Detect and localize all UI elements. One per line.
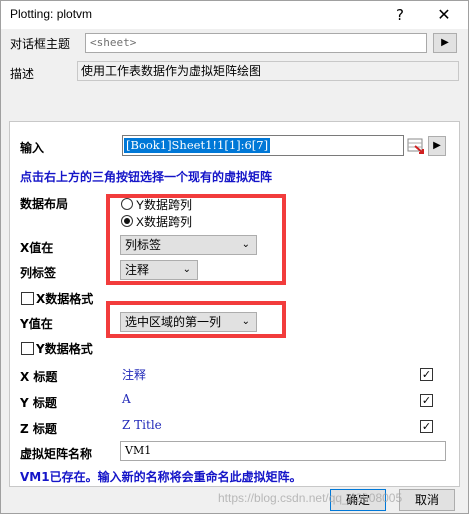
dialog-window: Plotting: plotvm ? ✕ 对话框主题 <sheet> ▶ 描述 … [0, 0, 469, 514]
settings-panel: 输入 [Book1]Sheet1!1[1]:6[7] ▶ 点击右上方的三角按钮选… [9, 121, 460, 487]
x-value-label: X值在 [20, 241, 54, 255]
input-next-button[interactable]: ▶ [428, 136, 446, 156]
input-range-field[interactable]: [Book1]Sheet1!1[1]:6[7] [122, 135, 404, 156]
y-title-checkbox[interactable]: ✓ [420, 394, 433, 407]
y-format-checkbox[interactable] [21, 342, 34, 355]
y-value-selected: 选中区域的第一列 [125, 315, 222, 329]
y-title-label: Y 标题 [20, 396, 57, 410]
input-label: 输入 [20, 141, 45, 155]
col-label-label: 列标签 [20, 266, 57, 280]
col-label-selected: 注释 [125, 263, 150, 277]
z-title-value[interactable]: Z Title [122, 418, 162, 432]
watermark-text: https://blog.csdn.net/qq_42908005 [218, 491, 403, 505]
x-title-checkbox[interactable]: ✓ [420, 368, 433, 381]
theme-menu-button[interactable]: ▶ [433, 33, 457, 53]
range-selector-icon[interactable] [406, 136, 426, 156]
x-value-selected: 列标签 [125, 238, 162, 252]
help-button[interactable]: ? [378, 1, 422, 29]
chevron-down-icon: ⌄ [241, 316, 250, 327]
chevron-down-icon: ⌄ [182, 264, 191, 275]
dialog-client: 对话框主题 <sheet> ▶ 描述 使用工作表数据作为虚拟矩阵绘图 输入 [B… [1, 29, 468, 513]
x-format-checkbox[interactable] [21, 292, 34, 305]
y-format-label: Y数据格式 [36, 342, 93, 356]
input-range-value: [Book1]Sheet1!1[1]:6[7] [124, 138, 271, 153]
vm-name-label: 虚拟矩阵名称 [20, 447, 93, 461]
y-value-select[interactable]: 选中区域的第一列 ⌄ [120, 312, 257, 332]
radio-y-across-columns[interactable] [121, 198, 133, 210]
vm-name-input[interactable]: VM1 [120, 441, 446, 461]
radio-y-label: Y数据跨列 [136, 198, 193, 212]
y-value-label: Y值在 [20, 317, 53, 331]
close-icon[interactable]: ✕ [422, 1, 466, 29]
theme-label: 对话框主题 [10, 37, 71, 51]
theme-field[interactable]: <sheet> [85, 33, 427, 53]
hint-text: 点击右上方的三角按钮选择一个现有的虚拟矩阵 [20, 170, 273, 184]
desc-field: 使用工作表数据作为虚拟矩阵绘图 [77, 61, 459, 81]
z-title-label: Z 标题 [20, 422, 57, 436]
layout-label: 数据布局 [20, 197, 69, 211]
vm-notice: VM1已存在。输入新的名称将会重命名此虚拟矩阵。 [20, 470, 302, 484]
x-title-value[interactable]: 注释 [122, 366, 146, 383]
col-label-select[interactable]: 注释 ⌄ [120, 260, 198, 280]
cancel-button[interactable]: 取消 [399, 489, 455, 511]
radio-x-across-columns[interactable] [121, 215, 133, 227]
title-bar: Plotting: plotvm ? ✕ [1, 1, 468, 29]
radio-x-label: X数据跨列 [136, 215, 193, 229]
x-title-label: X 标题 [20, 370, 58, 384]
y-title-value[interactable]: A [122, 392, 131, 406]
window-title: Plotting: plotvm [10, 7, 93, 21]
desc-label: 描述 [10, 67, 35, 81]
chevron-down-icon: ⌄ [241, 239, 250, 250]
x-value-select[interactable]: 列标签 ⌄ [120, 235, 257, 255]
x-format-label: X数据格式 [36, 292, 94, 306]
z-title-checkbox[interactable]: ✓ [420, 420, 433, 433]
